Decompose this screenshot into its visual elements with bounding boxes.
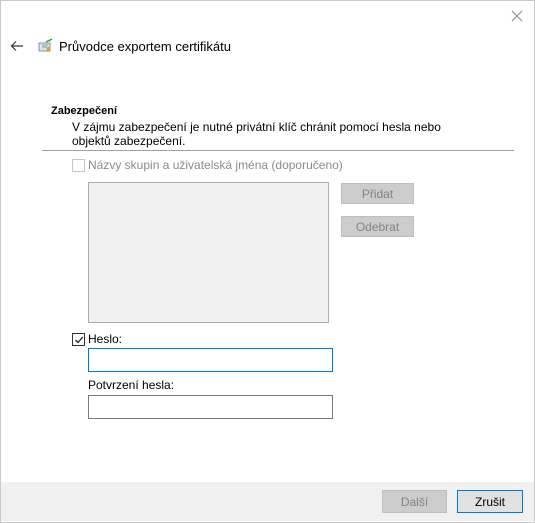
wizard-title: Průvodce exportem certifikátu xyxy=(59,39,231,54)
close-icon xyxy=(511,10,523,22)
groups-checkbox-label: Názvy skupin a uživatelská jména (doporu… xyxy=(88,158,343,172)
separator xyxy=(42,150,514,151)
footer-bar xyxy=(1,482,534,521)
close-button[interactable] xyxy=(508,7,526,25)
groups-list[interactable] xyxy=(88,182,329,323)
back-button[interactable] xyxy=(8,38,26,54)
remove-button[interactable]: Odebrat xyxy=(341,216,414,237)
cancel-button[interactable]: Zrušit xyxy=(457,490,523,513)
checkmark-icon xyxy=(74,336,83,343)
confirm-password-field[interactable] xyxy=(88,395,333,419)
password-field[interactable] xyxy=(88,348,333,372)
password-checkbox[interactable] xyxy=(72,333,85,346)
wizard-dialog: Průvodce exportem certifikátu Zabezpečen… xyxy=(0,0,535,523)
add-button[interactable]: Přidat xyxy=(341,183,414,204)
confirm-password-label: Potvrzení hesla: xyxy=(88,378,175,392)
section-title: Zabezpečení xyxy=(51,105,118,117)
back-arrow-icon xyxy=(10,41,23,51)
section-description: V zájmu zabezpečení je nutné privátní kl… xyxy=(72,120,441,148)
next-button[interactable]: Další xyxy=(382,490,447,513)
certificate-icon xyxy=(38,38,53,52)
groups-checkbox[interactable] xyxy=(72,159,85,172)
password-label: Heslo: xyxy=(88,332,123,346)
